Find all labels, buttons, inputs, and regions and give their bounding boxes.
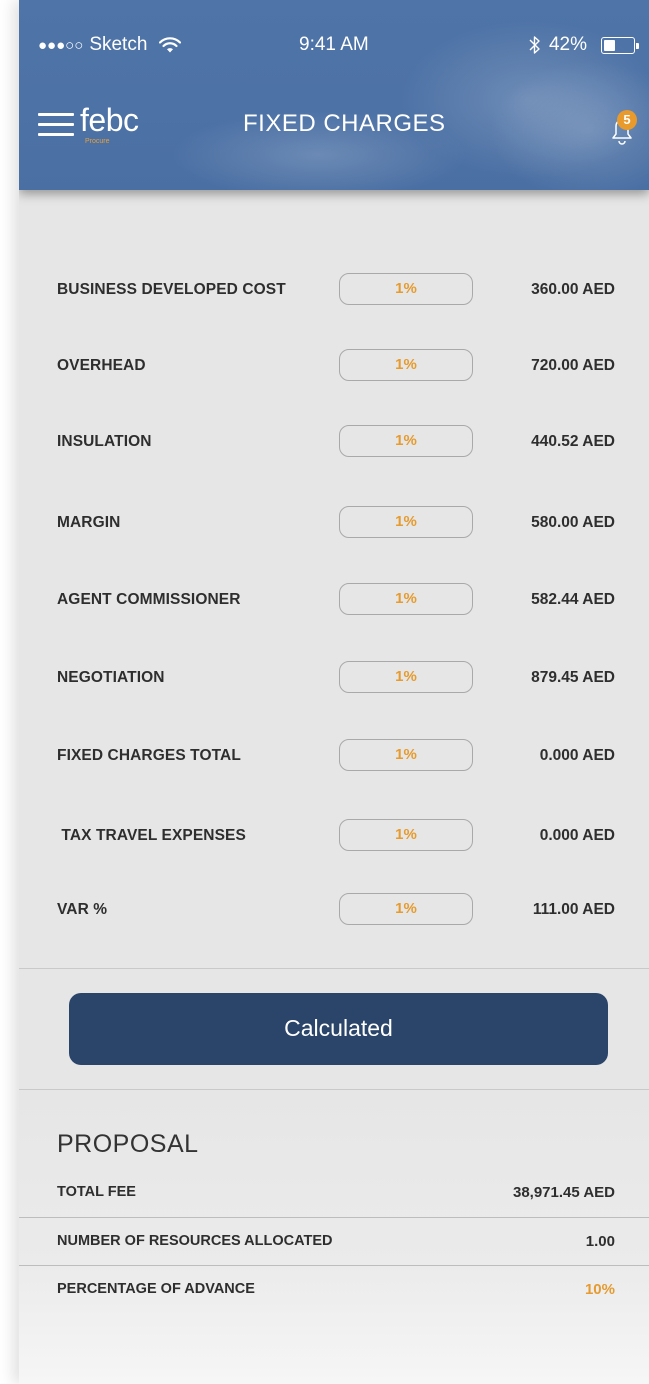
carrier-name: Sketch [89,34,148,55]
battery-percent: 42% [548,34,587,55]
charge-percent-input[interactable]: 1% [339,583,473,615]
battery-icon [601,36,639,54]
charge-row: AGENT COMMISSIONER 1% 582.44 AED [19,581,649,621]
page-title: FIXED CHARGES [243,110,446,137]
charge-row: BUSINESS DEVELOPED COST 1% 360.00 AED [19,271,649,311]
charge-amount: 111.00 AED [532,901,615,918]
proposal-value: 38,971.45 AED [512,1184,615,1201]
header: ●●●○○ Sketch 9:41 AM 42% febc Procure FI… [19,0,649,190]
charge-amount: 879.45 AED [531,669,615,686]
signal-strength-icon: ●●●○○ [38,36,84,54]
charge-label: MARGIN [57,514,121,531]
charge-row: INSULATION 1% 440.52 AED [19,423,649,463]
charge-label: FIXED CHARGES TOTAL [57,747,241,764]
charge-label: NEGOTIATION [57,669,165,686]
charge-label: TAX TRAVEL EXPENSES [57,827,246,844]
charge-amount: 360.00 AED [531,281,615,298]
charge-row: NEGOTIATION 1% 879.45 AED [19,659,649,699]
logo-subtitle: Procure [85,138,110,145]
charge-percent-input[interactable]: 1% [339,349,473,381]
status-bar: ●●●○○ Sketch 9:41 AM 42% [19,0,649,90]
status-right: 42% [529,34,639,56]
logo: febc [80,102,139,138]
charge-percent-input[interactable]: 1% [339,273,473,305]
charge-percent-input[interactable]: 1% [339,506,473,538]
charge-percent-input[interactable]: 1% [339,425,473,457]
calculated-button[interactable]: Calculated [69,993,608,1065]
proposal-title: PROPOSAL [57,1130,199,1158]
status-time: 9:41 AM [299,34,369,55]
notification-badge: 5 [617,110,637,130]
charge-row: OVERHEAD 1% 720.00 AED [19,347,649,387]
proposal-value: 1.00 [585,1233,615,1250]
bluetooth-icon [529,35,541,55]
section-divider [19,968,649,969]
proposal-label: TOTAL FEE [57,1184,136,1200]
charge-amount: 582.44 AED [531,591,615,608]
charge-label: BUSINESS DEVELOPED COST [57,281,286,298]
charge-label: INSULATION [57,433,152,450]
proposal-row: NUMBER OF RESOURCES ALLOCATED 1.00 [19,1217,649,1265]
charge-percent-input[interactable]: 1% [339,893,473,925]
proposal-value: 10% [584,1281,615,1298]
charge-row: VAR % 1% 111.00 AED [19,891,649,931]
charge-row: FIXED CHARGES TOTAL 1% 0.000 AED [19,737,649,777]
proposal-row: TOTAL FEE 38,971.45 AED [19,1168,649,1216]
charge-amount: 580.00 AED [531,514,615,531]
navbar: febc Procure FIXED CHARGES 5 [19,90,649,160]
proposal-label: NUMBER OF RESOURCES ALLOCATED [57,1233,333,1249]
charge-amount: 0.000 AED [539,747,615,764]
charge-label: AGENT COMMISSIONER [57,591,241,608]
wifi-icon [159,37,182,53]
charge-label: OVERHEAD [57,357,146,374]
proposal-section: PROPOSAL TOTAL FEE 38,971.45 AED NUMBER … [19,1090,649,1384]
charge-row: TAX TRAVEL EXPENSES 1% 0.000 AED [19,817,649,857]
status-left: ●●●○○ Sketch [38,34,182,56]
charge-percent-input[interactable]: 1% [339,739,473,771]
battery-level [604,39,615,51]
battery-tip [636,42,639,49]
charge-label: VAR % [57,901,108,918]
page: ●●●○○ Sketch 9:41 AM 42% febc Procure FI… [0,0,649,1384]
hamburger-menu-icon[interactable] [38,111,74,139]
charge-percent-input[interactable]: 1% [339,819,473,851]
proposal-row: PERCENTAGE OF ADVANCE 10% [19,1265,649,1313]
app-screen: ●●●○○ Sketch 9:41 AM 42% febc Procure FI… [19,0,649,1384]
charge-percent-input[interactable]: 1% [339,661,473,693]
charge-amount: 440.52 AED [531,433,615,450]
notification-bell-button[interactable]: 5 [607,110,637,146]
charge-row: MARGIN 1% 580.00 AED [19,504,649,544]
proposal-label: PERCENTAGE OF ADVANCE [57,1281,255,1297]
charge-amount: 720.00 AED [531,357,615,374]
charge-amount: 0.000 AED [539,827,615,844]
